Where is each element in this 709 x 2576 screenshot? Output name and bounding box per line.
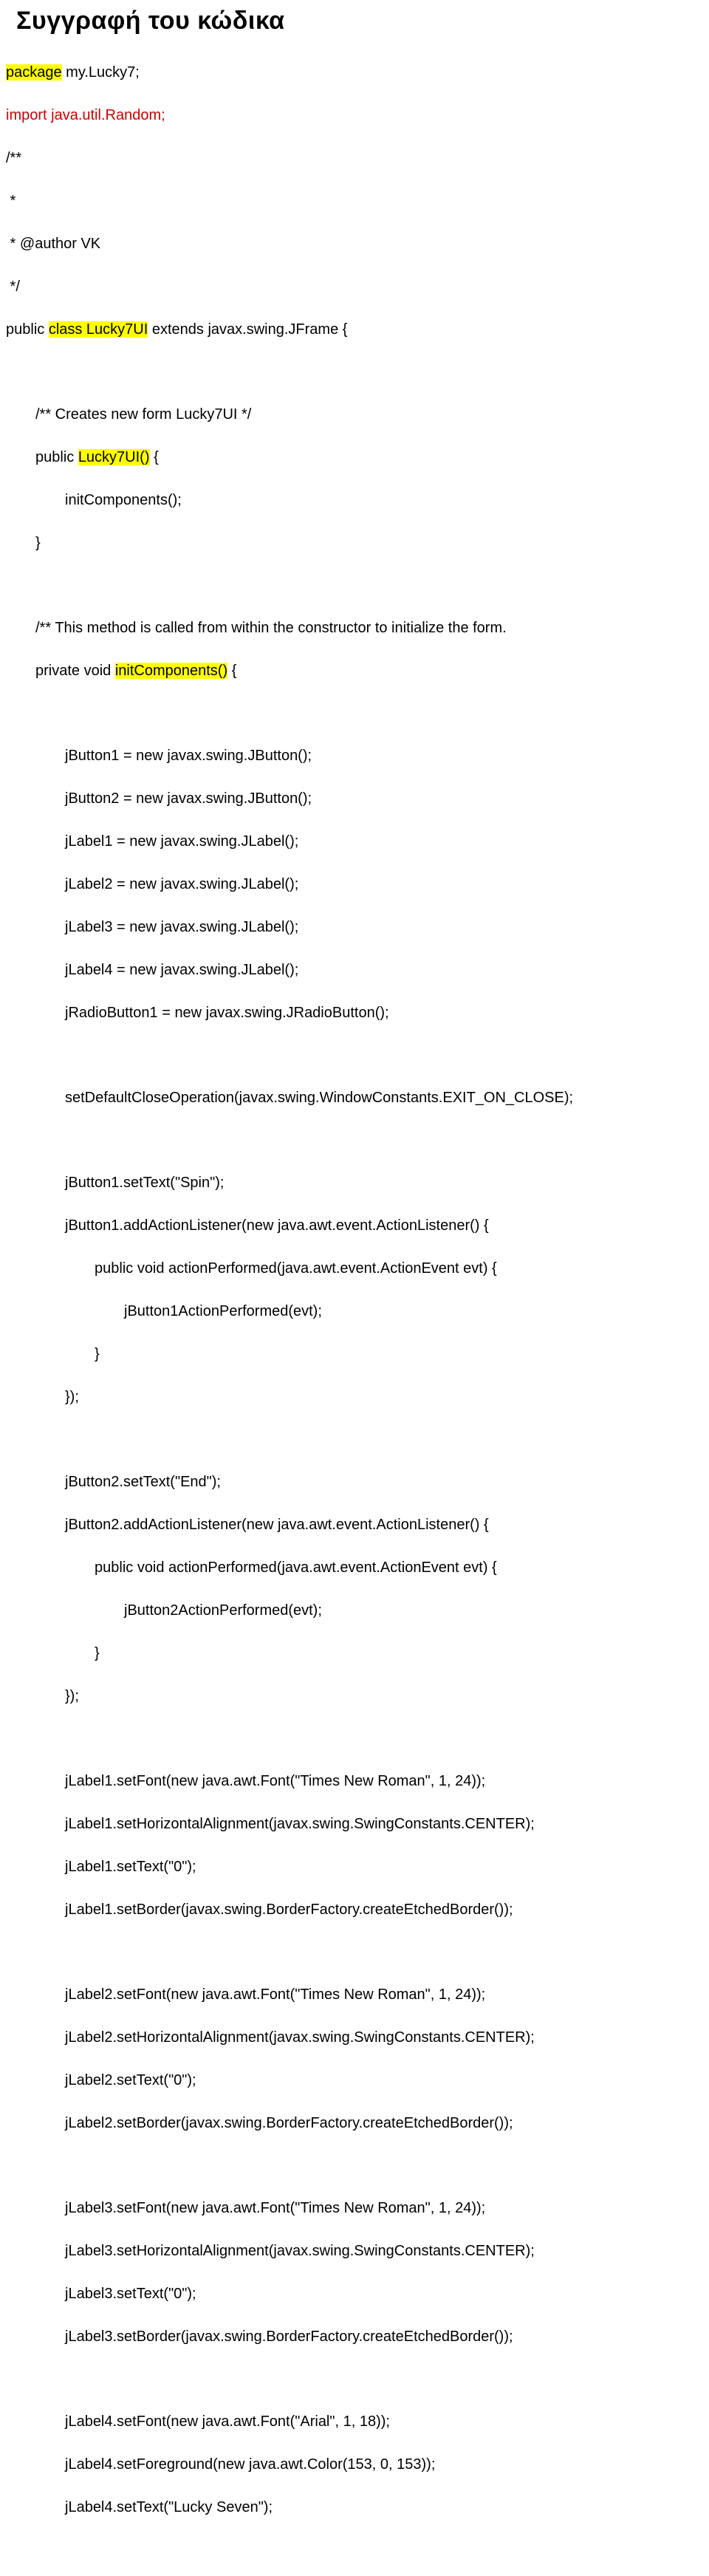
code-text: jLabel4.setText("Lucky Seven"); — [6, 2497, 273, 2518]
code-text: public void actionPerformed(java.awt.eve… — [6, 1557, 497, 1579]
code-text: package — [6, 64, 62, 81]
code-text: jButton1ActionPerformed(evt); — [6, 1301, 322, 1322]
code-text: Lucky7UI() — [78, 449, 150, 465]
code-text: jLabel1.setHorizontalAlignment(javax.swi… — [6, 1814, 535, 1835]
code-text: } — [6, 1643, 100, 1664]
code-text: /** — [6, 150, 21, 166]
code-text: jLabel2.setFont(new java.awt.Font("Times… — [6, 1984, 485, 2006]
code-text: jButton2ActionPerformed(evt); — [6, 1600, 322, 1622]
code-text: jLabel3 = new javax.swing.JLabel(); — [6, 917, 298, 938]
code-text: }); — [6, 1387, 79, 1408]
code-text: java.util.Random; — [47, 107, 165, 123]
code-text: jLabel2.setHorizontalAlignment(javax.swi… — [6, 2027, 535, 2049]
code-text: }); — [6, 1686, 79, 1707]
code-text: jButton2 = new javax.swing.JButton(); — [6, 788, 312, 810]
code-text: jLabel2.setText("0"); — [6, 2070, 196, 2091]
document-page: Συγγραφή του κώδικα package my.Lucky7; i… — [0, 3, 709, 2576]
code-text: jLabel2.setBorder(javax.swing.BorderFact… — [6, 2113, 513, 2134]
code-text: jLabel2 = new javax.swing.JLabel(); — [6, 874, 298, 895]
code-text: jLabel3.setText("0"); — [6, 2283, 196, 2305]
code-text: jLabel3.setBorder(javax.swing.BorderFact… — [6, 2326, 513, 2348]
code-text: public void actionPerformed(java.awt.eve… — [6, 1258, 497, 1280]
code-text: jLabel4 = new javax.swing.JLabel(); — [6, 960, 298, 981]
code-text: /** Creates new form Lucky7UI */ — [6, 404, 251, 426]
code-text: jButton1.addActionListener(new java.awt.… — [6, 1215, 489, 1237]
code-text: jLabel1.setBorder(javax.swing.BorderFact… — [6, 1899, 513, 1921]
code-text: initComponents() — [115, 663, 227, 679]
code-text: import — [6, 107, 47, 123]
code-text: jLabel1.setFont(new java.awt.Font("Times… — [6, 1771, 485, 1792]
code-text: class Lucky7UI — [49, 321, 148, 338]
code-text: * — [6, 193, 16, 209]
code-text: jLabel4.setForeground(new java.awt.Color… — [6, 2454, 435, 2476]
code-text: private void — [35, 663, 115, 679]
code-text: extends javax.swing.JFrame { — [148, 321, 347, 338]
code-text: { — [150, 449, 159, 465]
code-text: public — [6, 321, 49, 338]
code-text: my.Lucky7; — [62, 64, 140, 81]
code-text: jButton1 = new javax.swing.JButton(); — [6, 745, 312, 767]
code-text: jButton2.addActionListener(new java.awt.… — [6, 1514, 489, 1536]
code-text: } — [6, 533, 41, 554]
page-title: Συγγραφή του κώδικα — [16, 3, 703, 39]
code-text: } — [6, 1344, 100, 1365]
code-text: public — [35, 449, 78, 465]
code-text: jRadioButton1 = new javax.swing.JRadioBu… — [6, 1002, 389, 1024]
code-text: * @author VK — [6, 236, 100, 252]
code-block: package my.Lucky7; import java.util.Rand… — [6, 41, 703, 2561]
code-text: /** This method is called from within th… — [6, 618, 507, 639]
code-text: jLabel1 = new javax.swing.JLabel(); — [6, 831, 298, 853]
code-text: jButton1.setText("Spin"); — [6, 1172, 224, 1194]
code-text: jLabel3.setFont(new java.awt.Font("Times… — [6, 2198, 485, 2219]
code-text: jLabel1.setText("0"); — [6, 1856, 196, 1878]
code-text: jLabel4.setFont(new java.awt.Font("Arial… — [6, 2411, 390, 2433]
code-text: jLabel3.setHorizontalAlignment(javax.swi… — [6, 2241, 535, 2262]
code-text: setDefaultCloseOperation(javax.swing.Win… — [6, 1087, 573, 1109]
code-text: jButton2.setText("End"); — [6, 1472, 221, 1493]
code-text: */ — [6, 279, 20, 295]
code-text: { — [227, 663, 236, 679]
code-text: initComponents(); — [6, 490, 182, 511]
